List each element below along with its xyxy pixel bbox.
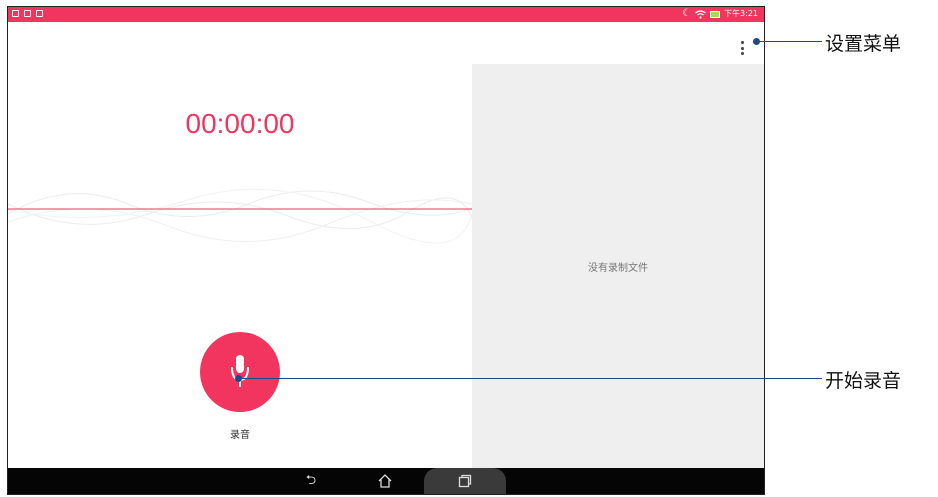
recorder-pane: 00:00:00 录音 [8,64,472,469]
toolbar [8,22,764,64]
status-bar: ☾ 下午3:21 [8,7,764,22]
status-time: 下午3:21 [724,9,758,18]
tablet-screen: ☾ 下午3:21 00:00:00 录音 没有录制文件 ⮌ [7,6,765,495]
recordings-list: 没有录制文件 [472,64,764,469]
start-recording-annotation: 开始录音 [825,370,902,392]
wifi-icon [695,9,706,19]
more-vert-icon[interactable] [739,41,745,55]
record-button[interactable] [200,332,280,412]
empty-recordings-message: 没有录制文件 [588,263,648,274]
notification-icon [24,10,31,17]
record-label: 录音 [230,430,250,441]
gallery-icon [12,10,19,17]
back-icon[interactable]: ⮌ [291,468,331,494]
mic-icon [231,355,249,387]
start-recording-callout-line [239,378,822,379]
settings-menu-annotation: 设置菜单 [825,33,902,55]
navigation-bar: ⮌ [8,468,764,494]
recent-apps-icon[interactable] [445,468,485,494]
waveform [8,188,472,244]
settings-menu-callout-line [756,41,822,42]
status-notifications [12,10,43,17]
home-icon[interactable] [365,468,405,494]
battery-charging-icon [710,10,721,18]
recording-timer: 00:00:00 [185,108,295,139]
notification-icon [36,10,43,17]
moon-icon: ☾ [682,8,692,19]
status-indicators: ☾ 下午3:21 [682,8,758,20]
